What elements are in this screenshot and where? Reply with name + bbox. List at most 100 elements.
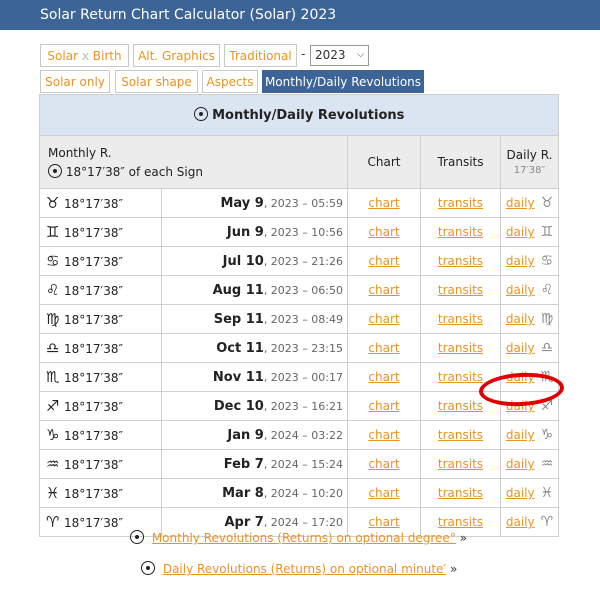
- tab-solar-x-birth[interactable]: Solar x Birth: [40, 44, 129, 67]
- transits-link[interactable]: transits: [438, 283, 483, 297]
- transits-link[interactable]: transits: [438, 428, 483, 442]
- chart-cell: chart: [347, 304, 421, 334]
- tab-birth-label: Birth: [92, 49, 122, 63]
- transits-link[interactable]: transits: [438, 457, 483, 471]
- monthly-title: Monthly R.: [48, 145, 112, 160]
- chart-link[interactable]: chart: [368, 225, 399, 239]
- tab-monthly-daily-revolutions[interactable]: Monthly/Daily Revolutions: [262, 70, 424, 93]
- daily-link[interactable]: daily: [506, 254, 535, 268]
- zodiac-sign-icon: ♈: [46, 513, 60, 531]
- daily-link[interactable]: daily: [506, 283, 535, 297]
- return-year-time: , 2023 – 21:26: [263, 254, 343, 268]
- table-row: ♎ 18°17′38″ Oct 11, 2023 – 23:15 chart trans…: [39, 333, 559, 363]
- daily-link[interactable]: daily: [506, 196, 535, 210]
- chart-cell: chart: [347, 478, 421, 508]
- daily-link[interactable]: daily: [506, 341, 535, 355]
- chart-link[interactable]: chart: [368, 341, 399, 355]
- chart-link[interactable]: chart: [368, 486, 399, 500]
- sign-cell: ♐ 18°17′38″: [39, 391, 162, 421]
- revolutions-table: Monthly/Daily Revolutions Monthly R. 18°…: [39, 94, 559, 537]
- chart-cell: chart: [347, 188, 421, 218]
- sign-cell: ♓ 18°17′38″: [39, 478, 162, 508]
- degree-value: 18°17′38″: [64, 458, 124, 472]
- monthly-revolutions-link[interactable]: Monthly Revolutions (Returns) on optiona…: [152, 531, 456, 545]
- tab-solar-label: Solar: [47, 49, 79, 63]
- transits-link[interactable]: transits: [438, 312, 483, 326]
- transits-link[interactable]: transits: [438, 370, 483, 384]
- app-title-bar: Solar Return Chart Calculator (Solar) 20…: [0, 0, 600, 30]
- sign-cell: ♉ 18°17′38″: [39, 188, 162, 218]
- return-date: Jun 9: [226, 224, 264, 240]
- daily-link[interactable]: daily: [506, 515, 535, 529]
- transits-link[interactable]: transits: [438, 341, 483, 355]
- tab-alt-graphics[interactable]: Alt. Graphics: [133, 44, 220, 67]
- transits-link[interactable]: transits: [438, 196, 483, 210]
- return-year-time: , 2023 – 06:50: [263, 283, 343, 297]
- return-date: Sep 11: [213, 311, 264, 327]
- monthly-header: Monthly R. 18°17′38″ of each Sign: [39, 135, 348, 189]
- raquo: »: [449, 562, 458, 576]
- tab-traditional[interactable]: Traditional: [224, 44, 297, 67]
- year-select-value: 2023: [315, 48, 346, 62]
- return-year-time: , 2023 – 16:21: [263, 399, 343, 413]
- chart-link[interactable]: chart: [368, 428, 399, 442]
- daily-link[interactable]: daily: [506, 457, 535, 471]
- transits-link[interactable]: transits: [438, 486, 483, 500]
- table-caption: Monthly/Daily Revolutions: [39, 94, 559, 136]
- return-date: Oct 11: [216, 340, 264, 356]
- chart-link[interactable]: chart: [368, 312, 399, 326]
- chart-link[interactable]: chart: [368, 283, 399, 297]
- return-year-time: , 2023 – 08:49: [263, 312, 343, 326]
- daily-cell: daily ♓: [500, 478, 559, 508]
- transits-link[interactable]: transits: [438, 515, 483, 529]
- degree-value: 18°17′38″: [64, 429, 124, 443]
- table-row: ♋ 18°17′38″ Jul 10, 2023 – 21:26 chart trans…: [39, 246, 559, 276]
- sign-cell: ♋ 18°17′38″: [39, 246, 162, 276]
- transits-link[interactable]: transits: [438, 254, 483, 268]
- chevron-down-icon: ⌵: [357, 50, 364, 60]
- chart-link[interactable]: chart: [368, 457, 399, 471]
- return-year-time: , 2023 – 10:56: [263, 225, 343, 239]
- date-cell: Dec 10, 2023 – 16:21: [161, 391, 348, 421]
- tab-solar-only[interactable]: Solar only: [40, 70, 110, 93]
- tab-solar-shape[interactable]: Solar shape: [115, 70, 198, 93]
- daily-link[interactable]: daily: [506, 225, 535, 239]
- year-select[interactable]: 2023 ⌵: [310, 45, 369, 66]
- zodiac-sign-icon: ♉: [46, 194, 60, 212]
- zodiac-sign-icon: ♉: [540, 195, 554, 211]
- chart-link[interactable]: chart: [368, 196, 399, 210]
- chart-cell: chart: [347, 246, 421, 276]
- zodiac-sign-icon: ♊: [540, 224, 554, 240]
- zodiac-sign-icon: ♓: [46, 484, 60, 502]
- year-separator: -: [301, 47, 306, 61]
- transits-cell: transits: [420, 420, 501, 450]
- chart-link[interactable]: chart: [368, 399, 399, 413]
- tab-aspects[interactable]: Aspects: [202, 70, 258, 93]
- date-cell: Nov 11, 2023 – 00:17: [161, 362, 348, 392]
- return-year-time: , 2024 – 17:20: [263, 515, 343, 529]
- sun-icon: [48, 163, 62, 178]
- zodiac-sign-icon: ♍: [540, 311, 554, 327]
- daily-cell: daily ♍: [500, 304, 559, 334]
- daily-link[interactable]: daily: [506, 312, 535, 326]
- monthly-sub: 18°17′38″ of each Sign: [65, 164, 203, 179]
- zodiac-sign-icon: ♍: [46, 310, 60, 328]
- transits-link[interactable]: transits: [438, 225, 483, 239]
- transits-cell: transits: [420, 217, 501, 247]
- daily-link[interactable]: daily: [506, 428, 535, 442]
- transits-link[interactable]: transits: [438, 399, 483, 413]
- zodiac-sign-icon: ♒: [540, 456, 554, 472]
- chart-link[interactable]: chart: [368, 515, 399, 529]
- daily-link[interactable]: daily: [506, 486, 535, 500]
- sun-icon: [141, 561, 155, 575]
- daily-cell: daily ♈: [500, 507, 559, 537]
- degree-value: 18°17′38″: [64, 400, 124, 414]
- chart-link[interactable]: chart: [368, 370, 399, 384]
- return-date: May 9: [220, 195, 264, 211]
- sign-cell: ♌ 18°17′38″: [39, 275, 162, 305]
- daily-cell: daily ♎: [500, 333, 559, 363]
- chart-link[interactable]: chart: [368, 254, 399, 268]
- daily-revolutions-link[interactable]: Daily Revolutions (Returns) on optional …: [163, 562, 446, 576]
- return-year-time: , 2023 – 00:17: [263, 370, 343, 384]
- date-cell: Oct 11, 2023 – 23:15: [161, 333, 348, 363]
